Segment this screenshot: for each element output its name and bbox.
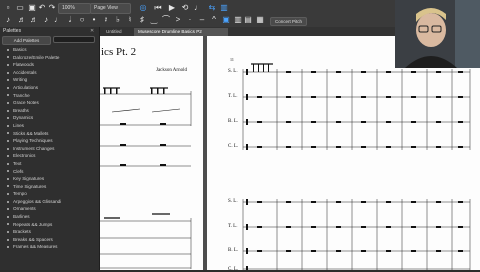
- note-16th-icon[interactable]: ♬: [30, 15, 38, 25]
- palette-item[interactable]: Ornaments: [0, 205, 99, 213]
- add-palettes-button[interactable]: Add Palettes: [2, 36, 51, 45]
- palette-item[interactable]: Barlines: [0, 213, 99, 221]
- pan-icon[interactable]: ⇆: [208, 3, 216, 13]
- palette-item[interactable]: Tranche: [0, 92, 99, 100]
- palette-item[interactable]: Tempo: [0, 190, 99, 198]
- staccato-icon[interactable]: ·: [186, 15, 194, 25]
- palette-item[interactable]: Electronics: [0, 152, 99, 160]
- palette-item[interactable]: Dalcroze/Emile Palette: [0, 54, 99, 62]
- marcato-icon[interactable]: ^: [210, 15, 218, 25]
- metronome-icon[interactable]: ♩: [194, 3, 202, 13]
- rewind-icon[interactable]: ⏮: [154, 3, 162, 13]
- half-note-icon[interactable]: 𝅗𝅥: [66, 15, 74, 25]
- close-icon[interactable]: ✕: [90, 28, 94, 34]
- whole-note-icon[interactable]: ○: [78, 15, 86, 25]
- palette-item[interactable]: Breaths: [0, 107, 99, 115]
- undo-icon[interactable]: ↶: [38, 3, 46, 13]
- palette-item[interactable]: Text: [0, 160, 99, 168]
- voice-2-icon[interactable]: ▥: [234, 15, 242, 25]
- quarter-note-icon[interactable]: ♩: [54, 15, 62, 25]
- palette-item[interactable]: Basics: [0, 46, 99, 54]
- webcam-overlay: [395, 0, 480, 68]
- palette-item[interactable]: Instrument Changes: [0, 145, 99, 153]
- tab-untitled[interactable]: Untitled: [102, 28, 134, 36]
- score-page-right[interactable]: S. L. T. L. B. L. C. L. 11 S. L. T. L. B…: [207, 36, 480, 272]
- palette-search-input[interactable]: [53, 36, 95, 43]
- loop-icon[interactable]: ⟲: [181, 3, 189, 13]
- palette-item[interactable]: Dynamics: [0, 114, 99, 122]
- redo-icon[interactable]: ↷: [48, 3, 56, 13]
- palette-item[interactable]: Lines: [0, 122, 99, 130]
- view-mode-select[interactable]: Page View: [90, 3, 131, 14]
- palette-item[interactable]: Frames && Measures: [0, 243, 99, 251]
- voice-4-icon[interactable]: ▦: [256, 15, 264, 25]
- palette-item[interactable]: Writing: [0, 76, 99, 84]
- right-page-notation: [242, 63, 471, 270]
- slur-icon[interactable]: ⌒: [162, 15, 170, 25]
- mixer-icon[interactable]: ▥: [220, 3, 228, 13]
- rest-icon[interactable]: 𝄽: [102, 15, 110, 25]
- palette-item[interactable]: Grace Notes: [0, 99, 99, 107]
- zoom-select[interactable]: 100%: [58, 3, 91, 14]
- note-8th-icon[interactable]: ♪: [42, 15, 50, 25]
- palette-item[interactable]: Flatwoods: [0, 61, 99, 69]
- palette-item[interactable]: Brackets: [0, 228, 99, 236]
- tab-drumline-basics[interactable]: Musescore Drumline Basics P2: [134, 28, 228, 36]
- natural-icon[interactable]: ♮: [126, 15, 134, 25]
- left-page-notation: [100, 87, 192, 269]
- voice-1-icon[interactable]: ▣: [222, 15, 230, 25]
- score-page-left[interactable]: ics Pt. 2 Jackson Arnold: [100, 36, 203, 270]
- dot-icon[interactable]: •: [90, 15, 98, 25]
- presenter-image: [395, 0, 480, 68]
- palette-item[interactable]: Arpeggios && Glissandi: [0, 198, 99, 206]
- palette-item[interactable]: Sticks && Mallets: [0, 130, 99, 138]
- palettes-title: Palettes: [3, 28, 22, 34]
- palette-item[interactable]: Clefs: [0, 168, 99, 176]
- concert-pitch-button[interactable]: Concert Pitch: [270, 17, 308, 26]
- palette-item[interactable]: Repeats && Jumps: [0, 221, 99, 229]
- palette-list: Basics Dalcroze/Emile Palette Flatwoods …: [0, 46, 99, 251]
- accent-icon[interactable]: >: [174, 15, 182, 25]
- tie-icon[interactable]: ‿: [150, 15, 158, 25]
- flat-icon[interactable]: ♭: [114, 15, 122, 25]
- note-32nd-icon[interactable]: ♬: [18, 15, 26, 25]
- palette-item[interactable]: Key Signatures: [0, 175, 99, 183]
- play-icon[interactable]: ▶: [168, 3, 176, 13]
- note-input-icon[interactable]: ♪: [4, 15, 12, 25]
- palettes-panel: Palettes ✕ Add Palettes Basics Dalcroze/…: [0, 27, 100, 270]
- palette-item[interactable]: Accidentals: [0, 69, 99, 77]
- palette-item[interactable]: Time Signatures: [0, 183, 99, 191]
- palette-item[interactable]: Breaks && Spacers: [0, 236, 99, 244]
- open-icon[interactable]: ▭: [16, 3, 24, 13]
- connect-icon[interactable]: ◎: [139, 3, 147, 13]
- new-icon[interactable]: ▫: [4, 3, 12, 13]
- voice-3-icon[interactable]: ▤: [244, 15, 252, 25]
- sharp-icon[interactable]: ♯: [138, 15, 146, 25]
- save-icon[interactable]: ▣: [28, 3, 36, 13]
- tenuto-icon[interactable]: –: [198, 15, 206, 25]
- score-canvas[interactable]: ics Pt. 2 Jackson Arnold S. L. T. L. B. …: [100, 36, 480, 272]
- palette-item[interactable]: Playing Techniques: [0, 137, 99, 145]
- palette-item[interactable]: Articulations: [0, 84, 99, 92]
